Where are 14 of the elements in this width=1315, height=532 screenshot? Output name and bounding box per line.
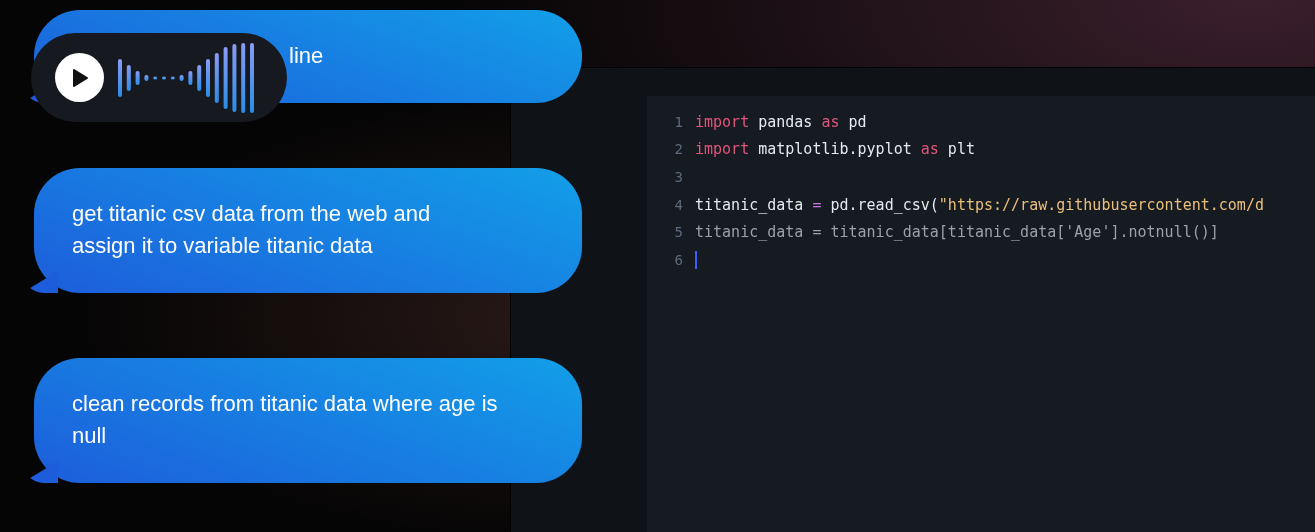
line-number: 5 xyxy=(673,224,684,241)
line-number: 1 xyxy=(673,113,684,130)
line-number: 4 xyxy=(673,196,684,213)
line-number: 2 xyxy=(673,141,684,158)
play-button[interactable] xyxy=(55,53,104,102)
code-editor[interactable]: 1 import pandas as pd 2 import matplotlib.pyplot as plt 3 4 titanic_data = pd.read_csv("https://raw.githubusercontent.com/d 5 titanic_data = titanic_data[titanic_data['Age'].notnull()] 6 xyxy=(647,96,1315,532)
code-line: titanic_data = pd.read_csv("https://raw.githubusercontent.com/d xyxy=(695,195,1264,214)
line-number: 3 xyxy=(673,169,684,185)
code-line: import pandas as pd xyxy=(695,112,867,131)
line-number: 6 xyxy=(673,251,684,268)
code-line: titanic_data = titanic_data[titanic_data['Age'].notnull()] xyxy=(695,223,1219,242)
text-cursor xyxy=(695,250,697,269)
code-line: import matplotlib.pyplot as plt xyxy=(695,140,975,159)
play-icon xyxy=(70,67,89,88)
